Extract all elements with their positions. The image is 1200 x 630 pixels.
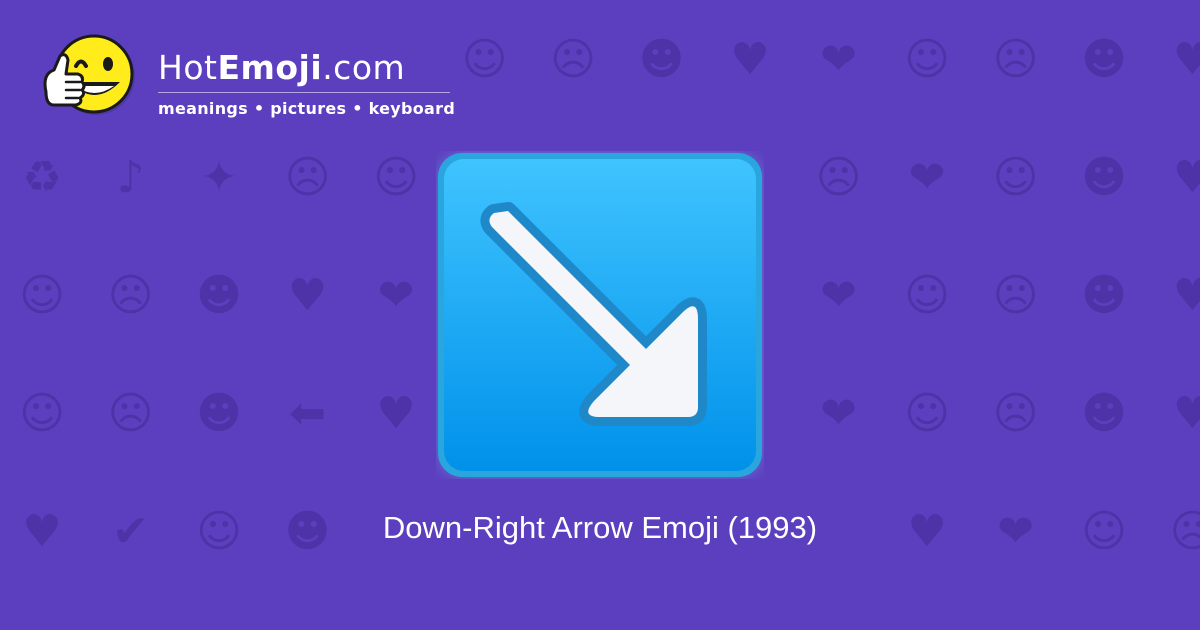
background-emoji-icon: ❤	[908, 152, 946, 203]
background-emoji-icon: ✦	[200, 152, 238, 203]
background-emoji-icon: ♥	[376, 388, 416, 439]
background-emoji-icon: ☹	[992, 388, 1039, 439]
brand-suffix: .com	[322, 48, 406, 87]
background-emoji-icon: ♥	[1172, 388, 1200, 439]
background-emoji-icon: ☹	[107, 270, 154, 321]
background-emoji-icon: ☹	[550, 34, 596, 85]
background-emoji-icon: ☺	[461, 34, 508, 85]
emoji-caption: Down-Right Arrow Emoji (1993)	[382, 510, 818, 545]
brand-divider	[158, 92, 450, 93]
background-emoji-icon: ☺	[904, 34, 950, 85]
background-emoji-icon: ❤	[820, 34, 857, 85]
background-emoji-icon: ♥	[1172, 34, 1200, 85]
background-emoji-icon: ♥	[1172, 152, 1200, 203]
background-emoji-icon: ☻	[1081, 152, 1127, 203]
background-emoji-icon: ☻	[196, 270, 242, 321]
background-emoji-icon: ☹	[992, 270, 1039, 321]
background-emoji-icon: ❤	[820, 388, 857, 439]
background-emoji-icon: ☺	[19, 270, 65, 321]
background-emoji-icon: ♥	[730, 34, 770, 85]
brand-name[interactable]: HotEmoji.com	[158, 50, 455, 86]
background-emoji-icon: ☹	[284, 152, 331, 203]
background-emoji-icon: ☺	[373, 152, 419, 203]
background-emoji-icon: ♥	[1172, 270, 1200, 321]
background-emoji-icon: ☺	[992, 152, 1039, 203]
background-emoji-icon: ❤	[377, 270, 415, 321]
background-emoji-icon: ☺	[19, 388, 65, 439]
background-emoji-icon: ☻	[196, 388, 242, 439]
background-emoji-icon: ☺	[904, 388, 950, 439]
background-emoji-icon: ⬅	[289, 388, 326, 439]
background-emoji-icon: ☻	[1081, 388, 1127, 439]
brand-prefix: Hot	[158, 48, 218, 87]
background-emoji-icon: ☺	[904, 270, 950, 321]
background-emoji-icon: ☻	[1081, 270, 1127, 321]
brand-bold: Emoji	[217, 48, 323, 87]
tagline: meanings • pictures • keyboard	[158, 99, 456, 118]
down-right-arrow-icon	[438, 153, 762, 477]
background-emoji-icon: ☻	[1081, 34, 1127, 85]
background-emoji-icon: ♻	[22, 152, 62, 203]
background-emoji-icon: ☹	[107, 388, 154, 439]
background-emoji-icon: ♪	[116, 152, 145, 203]
winking-thumbs-up-icon	[43, 34, 135, 115]
site-logo[interactable]: HotEmoji.com meanings • pictures • keybo…	[40, 34, 455, 126]
background-emoji-icon: ❤	[820, 270, 857, 321]
background-emoji-icon: ☻	[638, 34, 685, 85]
background-emoji-icon: ♥	[287, 270, 328, 321]
background-emoji-icon: ☹	[992, 34, 1039, 85]
background-emoji-icon: ☹	[815, 152, 862, 203]
